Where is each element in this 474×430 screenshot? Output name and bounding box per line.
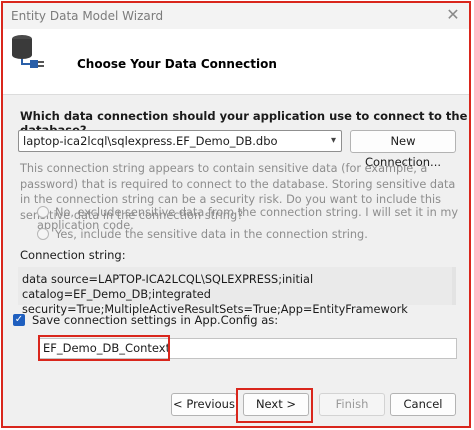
window-highlight-frame bbox=[1, 1, 471, 428]
